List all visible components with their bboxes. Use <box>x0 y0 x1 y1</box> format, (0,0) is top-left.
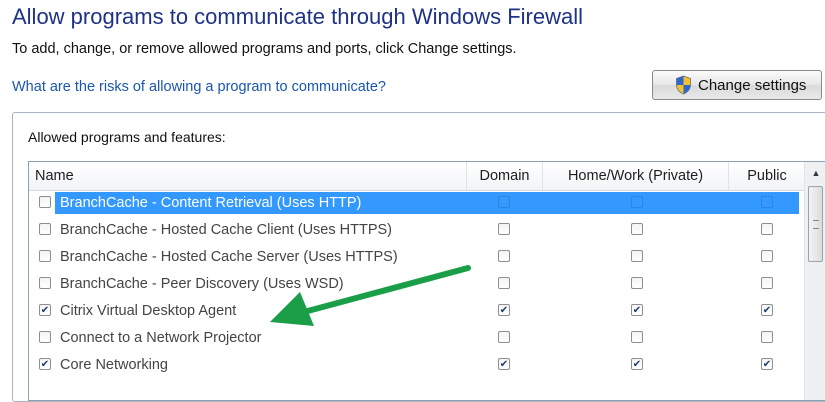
column-header-public[interactable]: Public <box>728 162 805 190</box>
page-subtitle: To add, change, or remove allowed progra… <box>12 41 517 57</box>
table-row[interactable]: BranchCache - Peer Discovery (Uses WSD) <box>29 271 805 298</box>
private-checkbox[interactable] <box>631 277 643 289</box>
program-enabled-checkbox[interactable] <box>39 331 51 343</box>
public-checkbox[interactable] <box>761 331 773 343</box>
table-row[interactable]: Citrix Virtual Desktop Agent <box>29 298 805 325</box>
scroll-up-arrow-icon[interactable]: ▲ <box>805 162 825 184</box>
change-settings-label: Change settings <box>698 76 807 94</box>
allowed-programs-table: Name Domain Home/Work (Private) Public B… <box>28 161 825 401</box>
page-title: Allow programs to communicate through Wi… <box>12 4 583 29</box>
private-checkbox[interactable] <box>631 331 643 343</box>
program-name: Connect to a Network Projector <box>60 330 262 346</box>
scrollbar-thumb[interactable] <box>808 186 823 262</box>
private-checkbox[interactable] <box>631 250 643 262</box>
program-enabled-checkbox[interactable] <box>39 304 51 316</box>
uac-shield-icon <box>676 75 691 95</box>
program-enabled-checkbox[interactable] <box>39 223 51 235</box>
column-header-domain[interactable]: Domain <box>466 162 542 190</box>
domain-checkbox[interactable] <box>498 223 510 235</box>
table-row[interactable]: BranchCache - Hosted Cache Client (Uses … <box>29 217 805 244</box>
domain-checkbox[interactable] <box>498 358 510 370</box>
private-checkbox[interactable] <box>631 358 643 370</box>
column-header-name[interactable]: Name <box>29 162 466 190</box>
domain-checkbox[interactable] <box>498 277 510 289</box>
grip-icon <box>813 220 819 229</box>
public-checkbox[interactable] <box>761 196 773 208</box>
domain-checkbox[interactable] <box>498 250 510 262</box>
public-checkbox[interactable] <box>761 223 773 235</box>
domain-checkbox[interactable] <box>498 196 510 208</box>
change-settings-button[interactable]: Change settings <box>652 70 822 100</box>
program-name: BranchCache - Hosted Cache Client (Uses … <box>60 222 393 238</box>
program-enabled-checkbox[interactable] <box>39 250 51 262</box>
program-name: Core Networking <box>60 357 168 373</box>
public-checkbox[interactable] <box>761 250 773 262</box>
program-enabled-checkbox[interactable] <box>39 277 51 289</box>
table-row[interactable]: Core Networking <box>29 352 805 379</box>
vertical-scrollbar[interactable]: ▲ <box>804 162 825 400</box>
table-row[interactable]: Connect to a Network Projector <box>29 325 805 352</box>
risks-help-link[interactable]: What are the risks of allowing a program… <box>12 79 386 95</box>
private-checkbox[interactable] <box>631 304 643 316</box>
table-row[interactable]: BranchCache - Content Retrieval (Uses HT… <box>29 190 805 217</box>
domain-checkbox[interactable] <box>498 331 510 343</box>
public-checkbox[interactable] <box>761 304 773 316</box>
table-header: Name Domain Home/Work (Private) Public <box>29 162 805 191</box>
private-checkbox[interactable] <box>631 196 643 208</box>
program-name: BranchCache - Content Retrieval (Uses HT… <box>56 193 366 214</box>
program-name: BranchCache - Peer Discovery (Uses WSD) <box>60 276 344 292</box>
program-name: Citrix Virtual Desktop Agent <box>60 303 237 319</box>
table-row[interactable]: BranchCache - Hosted Cache Server (Uses … <box>29 244 805 271</box>
public-checkbox[interactable] <box>761 358 773 370</box>
domain-checkbox[interactable] <box>498 304 510 316</box>
private-checkbox[interactable] <box>631 223 643 235</box>
program-name: BranchCache - Hosted Cache Server (Uses … <box>60 249 398 265</box>
table-body: BranchCache - Content Retrieval (Uses HT… <box>29 190 805 379</box>
column-header-private[interactable]: Home/Work (Private) <box>542 162 728 190</box>
program-enabled-checkbox[interactable] <box>39 358 51 370</box>
public-checkbox[interactable] <box>761 277 773 289</box>
allowed-programs-label: Allowed programs and features: <box>28 129 226 145</box>
program-enabled-checkbox[interactable] <box>39 196 51 208</box>
